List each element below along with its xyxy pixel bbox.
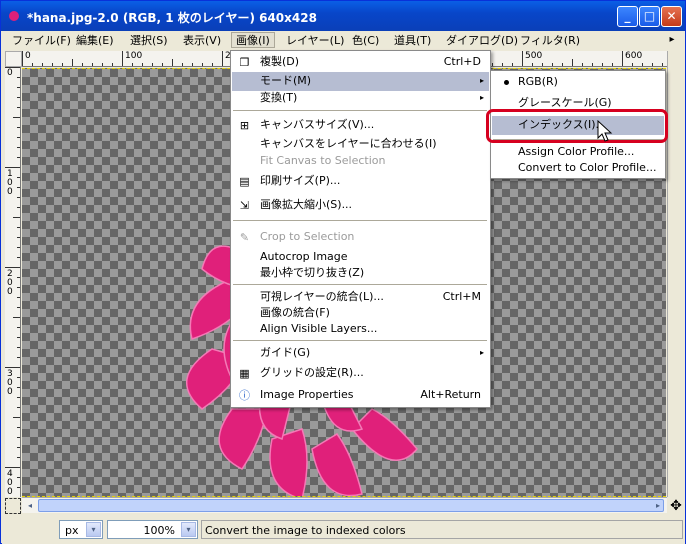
mouse-cursor-icon (597, 120, 613, 142)
image-menu-arrow-icon[interactable]: ▸ (666, 34, 678, 46)
menu-view[interactable]: 表示(V) (179, 33, 225, 49)
close-button[interactable]: ✕ (661, 6, 682, 27)
menu-edit[interactable]: 編集(E) (72, 33, 118, 49)
menu-colors[interactable]: 色(C) (348, 33, 383, 49)
menu-item-align-visible-layers[interactable]: Align Visible Layers... (232, 320, 489, 339)
window-title: *hana.jpg-2.0 (RGB, 1 枚のレイヤー) 640x428 (27, 11, 317, 25)
menu-item-crop-to-selection: ✎ Crop to Selection (232, 228, 489, 247)
menu-bar: ファイル(F) 編集(E) 選択(S) 表示(V) 画像(I) レイヤー(L) … (2, 31, 684, 50)
gimp-app-icon (9, 11, 19, 21)
navigate-icon[interactable]: ✥ (668, 498, 684, 514)
menu-dialogs[interactable]: ダイアログ(D) (442, 33, 522, 49)
chevron-down-icon[interactable]: ▾ (181, 522, 196, 537)
ruler-label: 0 (7, 68, 13, 78)
ruler-corner[interactable] (5, 51, 22, 67)
status-message: Convert the image to indexed colors (201, 520, 683, 539)
crop-icon: ✎ (239, 231, 250, 244)
info-icon: ⓘ (239, 389, 250, 402)
zoom-value: 100% (143, 524, 175, 537)
submenu-arrow-icon: ▸ (479, 348, 484, 357)
submenu-arrow-icon: ▸ (479, 76, 484, 85)
highlight-annotation-ring (486, 109, 668, 143)
menu-file[interactable]: ファイル(F) (8, 33, 75, 49)
image-menu: ❐ 複製(D) Ctrl+D モード(M) ▸ 変換(T) ▸ ⊞ キャンバスサ… (230, 50, 491, 408)
menu-separator (233, 284, 487, 285)
menu-item-rgb[interactable]: RGB(R) (492, 73, 664, 92)
minimize-button[interactable]: _ (617, 6, 638, 27)
ruler-label: 0 (25, 51, 31, 61)
canvas-size-icon: ⊞ (239, 119, 250, 132)
maximize-button[interactable]: □ (639, 6, 660, 27)
scrollbar-thumb[interactable] (38, 499, 664, 512)
radio-checked-icon (504, 80, 509, 85)
ruler-label: 400 (7, 469, 13, 497)
menu-separator (233, 220, 487, 221)
menu-item-guides[interactable]: ガイド(G) ▸ (232, 344, 489, 363)
menu-item-fit-canvas-to-selection: Fit Canvas to Selection (260, 154, 386, 167)
ruler-label: 300 (7, 369, 13, 397)
menu-separator (233, 110, 487, 111)
gimp-image-window: *hana.jpg-2.0 (RGB, 1 枚のレイヤー) 640x428 _ … (0, 0, 686, 544)
vertical-ruler[interactable]: 0 100 200 300 400 (5, 67, 21, 497)
menu-select[interactable]: 選択(S) (126, 33, 172, 49)
zoom-selector[interactable]: 100% ▾ (107, 520, 198, 539)
ruler-label: 500 (525, 51, 543, 61)
print-size-icon: ▤ (239, 175, 250, 188)
menu-item-duplicate[interactable]: ❐ 複製(D) Ctrl+D (232, 53, 489, 72)
grid-icon: ▦ (239, 367, 250, 380)
menu-separator (233, 340, 487, 341)
status-bar: px ▾ 100% ▾ Convert the image to indexed… (2, 515, 685, 544)
menu-item-configure-grid[interactable]: ▦ グリッドの設定(R)... (232, 364, 489, 383)
chevron-down-icon[interactable]: ▾ (86, 522, 101, 537)
menu-tools[interactable]: 道具(T) (390, 33, 435, 49)
scroll-left-icon[interactable]: ◂ (23, 499, 37, 512)
duplicate-icon: ❐ (239, 56, 250, 69)
menu-image[interactable]: 画像(I) (231, 32, 275, 48)
submenu-arrow-icon: ▸ (479, 93, 484, 102)
menu-item-canvas-size[interactable]: ⊞ キャンバスサイズ(V)... (232, 116, 489, 135)
menu-item-convert-color-profile[interactable]: Convert to Color Profile... (492, 159, 664, 178)
scale-image-icon: ⇲ (239, 199, 250, 212)
menu-item-zealous-crop[interactable]: 最小枠で切り抜き(Z) (232, 264, 489, 283)
ruler-label: 600 (625, 51, 643, 61)
horizontal-scrollbar[interactable]: ◂ ▸ (22, 497, 667, 513)
unit-value: px (65, 524, 79, 537)
ruler-label: 200 (7, 269, 13, 297)
menu-item-scale-image[interactable]: ⇲ 画像拡大縮小(S)... (232, 196, 489, 215)
menu-layer[interactable]: レイヤー(L) (282, 33, 348, 49)
menu-item-print-size[interactable]: ▤ 印刷サイズ(P)... (232, 172, 489, 191)
right-side-strip (667, 51, 685, 497)
menu-filters[interactable]: フィルタ(R) (516, 33, 584, 49)
ruler-label: 100 (7, 169, 13, 197)
menu-item-transform[interactable]: 変換(T) ▸ (232, 89, 489, 108)
menu-item-image-properties[interactable]: ⓘ Image Properties Alt+Return (232, 386, 489, 405)
quick-mask-toggle[interactable] (5, 498, 21, 514)
scroll-right-icon[interactable]: ▸ (651, 499, 665, 512)
unit-selector[interactable]: px ▾ (59, 520, 103, 539)
title-bar[interactable]: *hana.jpg-2.0 (RGB, 1 枚のレイヤー) 640x428 _ … (1, 1, 685, 31)
ruler-label: 100 (125, 51, 143, 61)
